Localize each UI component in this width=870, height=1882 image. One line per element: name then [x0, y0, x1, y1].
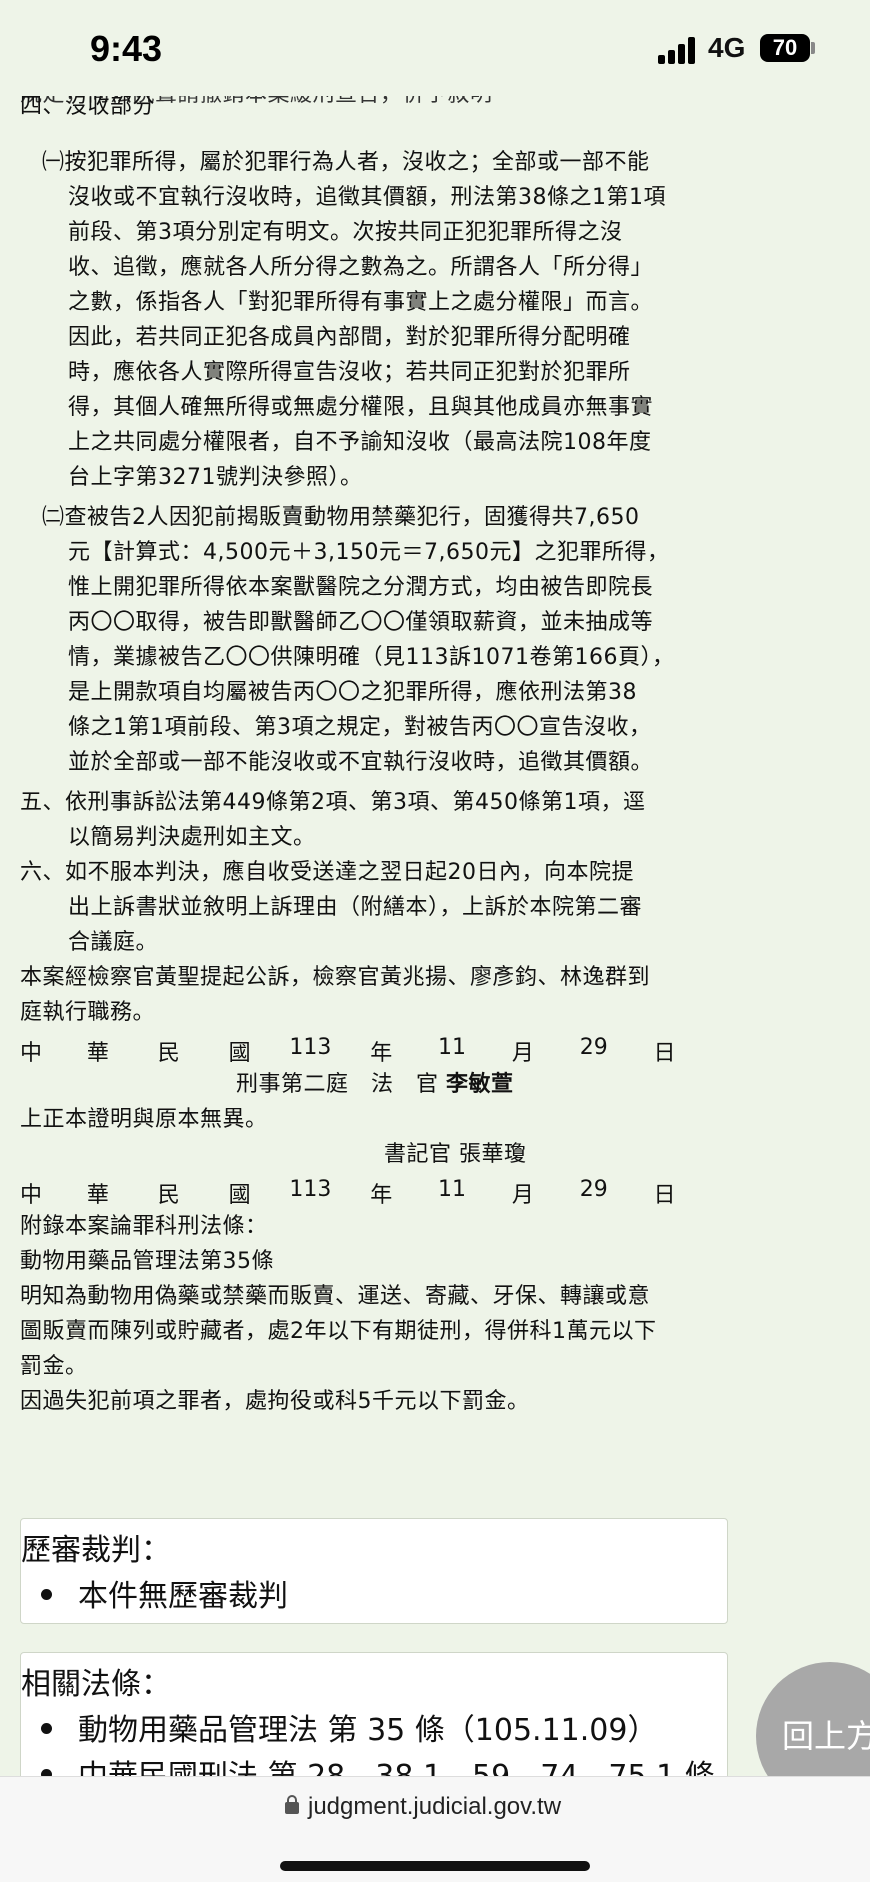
date-part: 日 — [653, 1041, 676, 1066]
document-line: 之數，係指各人「對犯罪所得有事實上之處分權限」而言。 — [68, 290, 654, 315]
document-line: 合議庭。 — [68, 930, 159, 955]
section-heading: 六、如不服本判決，應自收受送達之翌日起20日內，向本院提 — [20, 860, 634, 885]
date-part: 日 — [653, 1183, 676, 1208]
date-part: 年 — [370, 1183, 393, 1208]
url-text[interactable]: judgment.judicial.gov.tw — [308, 1793, 561, 1821]
document-line: 收、追徵，應就各人所分得之數為之。所謂各人「所分得」 — [68, 255, 654, 280]
history-item: 本件無歷審裁判 — [41, 1571, 288, 1615]
document-line: 丙〇〇取得，被告即獸醫師乙〇〇僅領取薪資，並未抽成等 — [68, 610, 654, 635]
date-part: 民 — [157, 1041, 180, 1066]
date-part: 29 — [579, 1035, 608, 1060]
document-line: 以簡易判決處刑如主文。 — [68, 825, 316, 850]
history-item-label: 本件無歷審裁判 — [78, 1579, 288, 1614]
document-line: 得，其個人確無所得或無處分權限，且與其他成員亦無事實 — [68, 395, 654, 420]
status-bar: 9:43 4G 70 — [0, 0, 870, 96]
document-line: 元【計算式：4,500元＋3,150元＝7,650元】之犯罪所得， — [68, 540, 670, 565]
section-heading: 五、依刑事訴訟法第449條第2項、第3項、第450條第1項，逕 — [20, 790, 646, 815]
document-line: 本案經檢察官黃聖提起公訴，檢察官黃兆揚、廖彥鈞、林逸群到 — [20, 965, 651, 990]
date-part: 國 — [228, 1183, 251, 1208]
date-part: 華 — [86, 1183, 109, 1208]
document-line: 是上開款項自均屬被告丙〇〇之犯罪所得，應依刑法第38 — [68, 680, 637, 705]
home-indicator — [280, 1861, 590, 1871]
date-part: 11 — [438, 1035, 467, 1060]
document-line: 上之共同處分權限者，自不予諭知沒收（最高法院108年度 — [68, 430, 652, 455]
court-division: 刑事第二庭 法 官 — [236, 1072, 439, 1097]
appendix-line: 因過失犯前項之罪者，處拘役或科5千元以下罰金。 — [20, 1389, 530, 1414]
court-line: 刑事第二庭 法 官 李敏萱 — [236, 1070, 514, 1100]
date-part: 11 — [438, 1177, 467, 1202]
date-part: 民 — [157, 1183, 180, 1208]
document-line: 時，應依各人實際所得宣告沒收；若共同正犯對於犯罪所 — [68, 360, 631, 385]
appendix-line: 罰金。 — [20, 1354, 88, 1379]
document-line: 條之1第1項前段、第3項之規定，對被告丙〇〇宣告沒收， — [68, 715, 652, 740]
date-part: 華 — [86, 1041, 109, 1066]
lock-icon — [285, 1795, 299, 1814]
appendix-line: 動物用藥品管理法第35條 — [20, 1249, 274, 1274]
law-item[interactable]: 動物用藥品管理法 第 35 條（105.11.09） — [41, 1705, 657, 1749]
laws-card-title: 相關法條： — [21, 1667, 171, 1702]
signal-icon — [658, 36, 700, 64]
date-part: 中 — [20, 1041, 43, 1066]
certify-date: 中 華 民 國 113 年 11 月 29 日 — [20, 1177, 700, 1209]
date-part: 中 — [20, 1183, 43, 1208]
date-part: 113 — [289, 1035, 332, 1060]
document-line: 庭執行職務。 — [20, 1000, 156, 1025]
date-part: 29 — [579, 1177, 608, 1202]
appendix-line: 圖販賣而陳列或貯藏者，處2年以下有期徒刑，得併科1萬元以下 — [20, 1319, 657, 1344]
date-part: 國 — [228, 1041, 251, 1066]
date-part: 月 — [511, 1183, 534, 1208]
date-part: 113 — [289, 1177, 332, 1202]
date-part: 年 — [370, 1041, 393, 1066]
clerk-line: 書記官 張華瓊 — [384, 1142, 527, 1167]
document-line: 情，業據被告乙〇〇供陳明確（見113訴1071卷第166頁）， — [68, 645, 675, 670]
status-time: 9:43 — [90, 28, 163, 69]
document-line: ㈡查被告2人因犯前揭販賣動物用禁藥犯行，固獲得共7,650 — [42, 505, 640, 530]
date-part: 月 — [511, 1041, 534, 1066]
history-card-title: 歷審裁判： — [21, 1533, 171, 1568]
laws-card: 相關法條： 動物用藥品管理法 第 35 條（105.11.09） 中華民國刑法 … — [20, 1652, 728, 1782]
bullet-icon — [41, 1589, 52, 1600]
section-heading: 四、沒收部分 — [20, 94, 156, 119]
document-line: ㈠按犯罪所得，屬於犯罪行為人者，沒收之；全部或一部不能 — [42, 150, 650, 175]
document-line: 出上訴書狀並敘明上訴理由（附繕本），上訴於本院第二審 — [68, 895, 643, 920]
law-item-label[interactable]: 動物用藥品管理法 第 35 條（105.11.09） — [78, 1713, 657, 1748]
bullet-icon — [41, 1723, 52, 1734]
appendix-line: 附錄本案論罪科刑法條： — [20, 1214, 268, 1239]
battery-cap-icon — [811, 42, 815, 54]
document-line: 前段、第3項分別定有明文。次按共同正犯犯罪所得之沒 — [68, 220, 623, 245]
battery-icon: 70 — [760, 34, 810, 62]
network-type: 4G — [708, 32, 746, 63]
judge-name: 李敏萱 — [446, 1072, 514, 1097]
browser-url-bar[interactable]: judgment.judicial.gov.tw — [0, 1776, 870, 1882]
judgment-date: 中 華 民 國 113 年 11 月 29 日 — [20, 1035, 700, 1067]
document-line: 沒收或不宜執行沒收時，追徵其價額，刑法第38條之1第1項 — [68, 185, 666, 210]
document-line: 並於全部或一部不能沒收或不宜執行沒收時，追徵其價額。 — [68, 750, 654, 775]
history-card: 歷審裁判： 本件無歷審裁判 — [20, 1518, 728, 1624]
certify-line: 上正本證明與原本無異。 — [20, 1107, 268, 1132]
appendix-line: 明知為動物用偽藥或禁藥而販賣、運送、寄藏、牙保、轉讓或意 — [20, 1284, 651, 1309]
document-line: 台上字第3271號判決參照）。 — [68, 465, 363, 490]
document-line: 因此，若共同正犯各成員內部間，對於犯罪所得分配明確 — [68, 325, 631, 350]
document-line: 惟上開犯罪所得依本案獸醫院之分潤方式，均由被告即院長 — [68, 575, 654, 600]
